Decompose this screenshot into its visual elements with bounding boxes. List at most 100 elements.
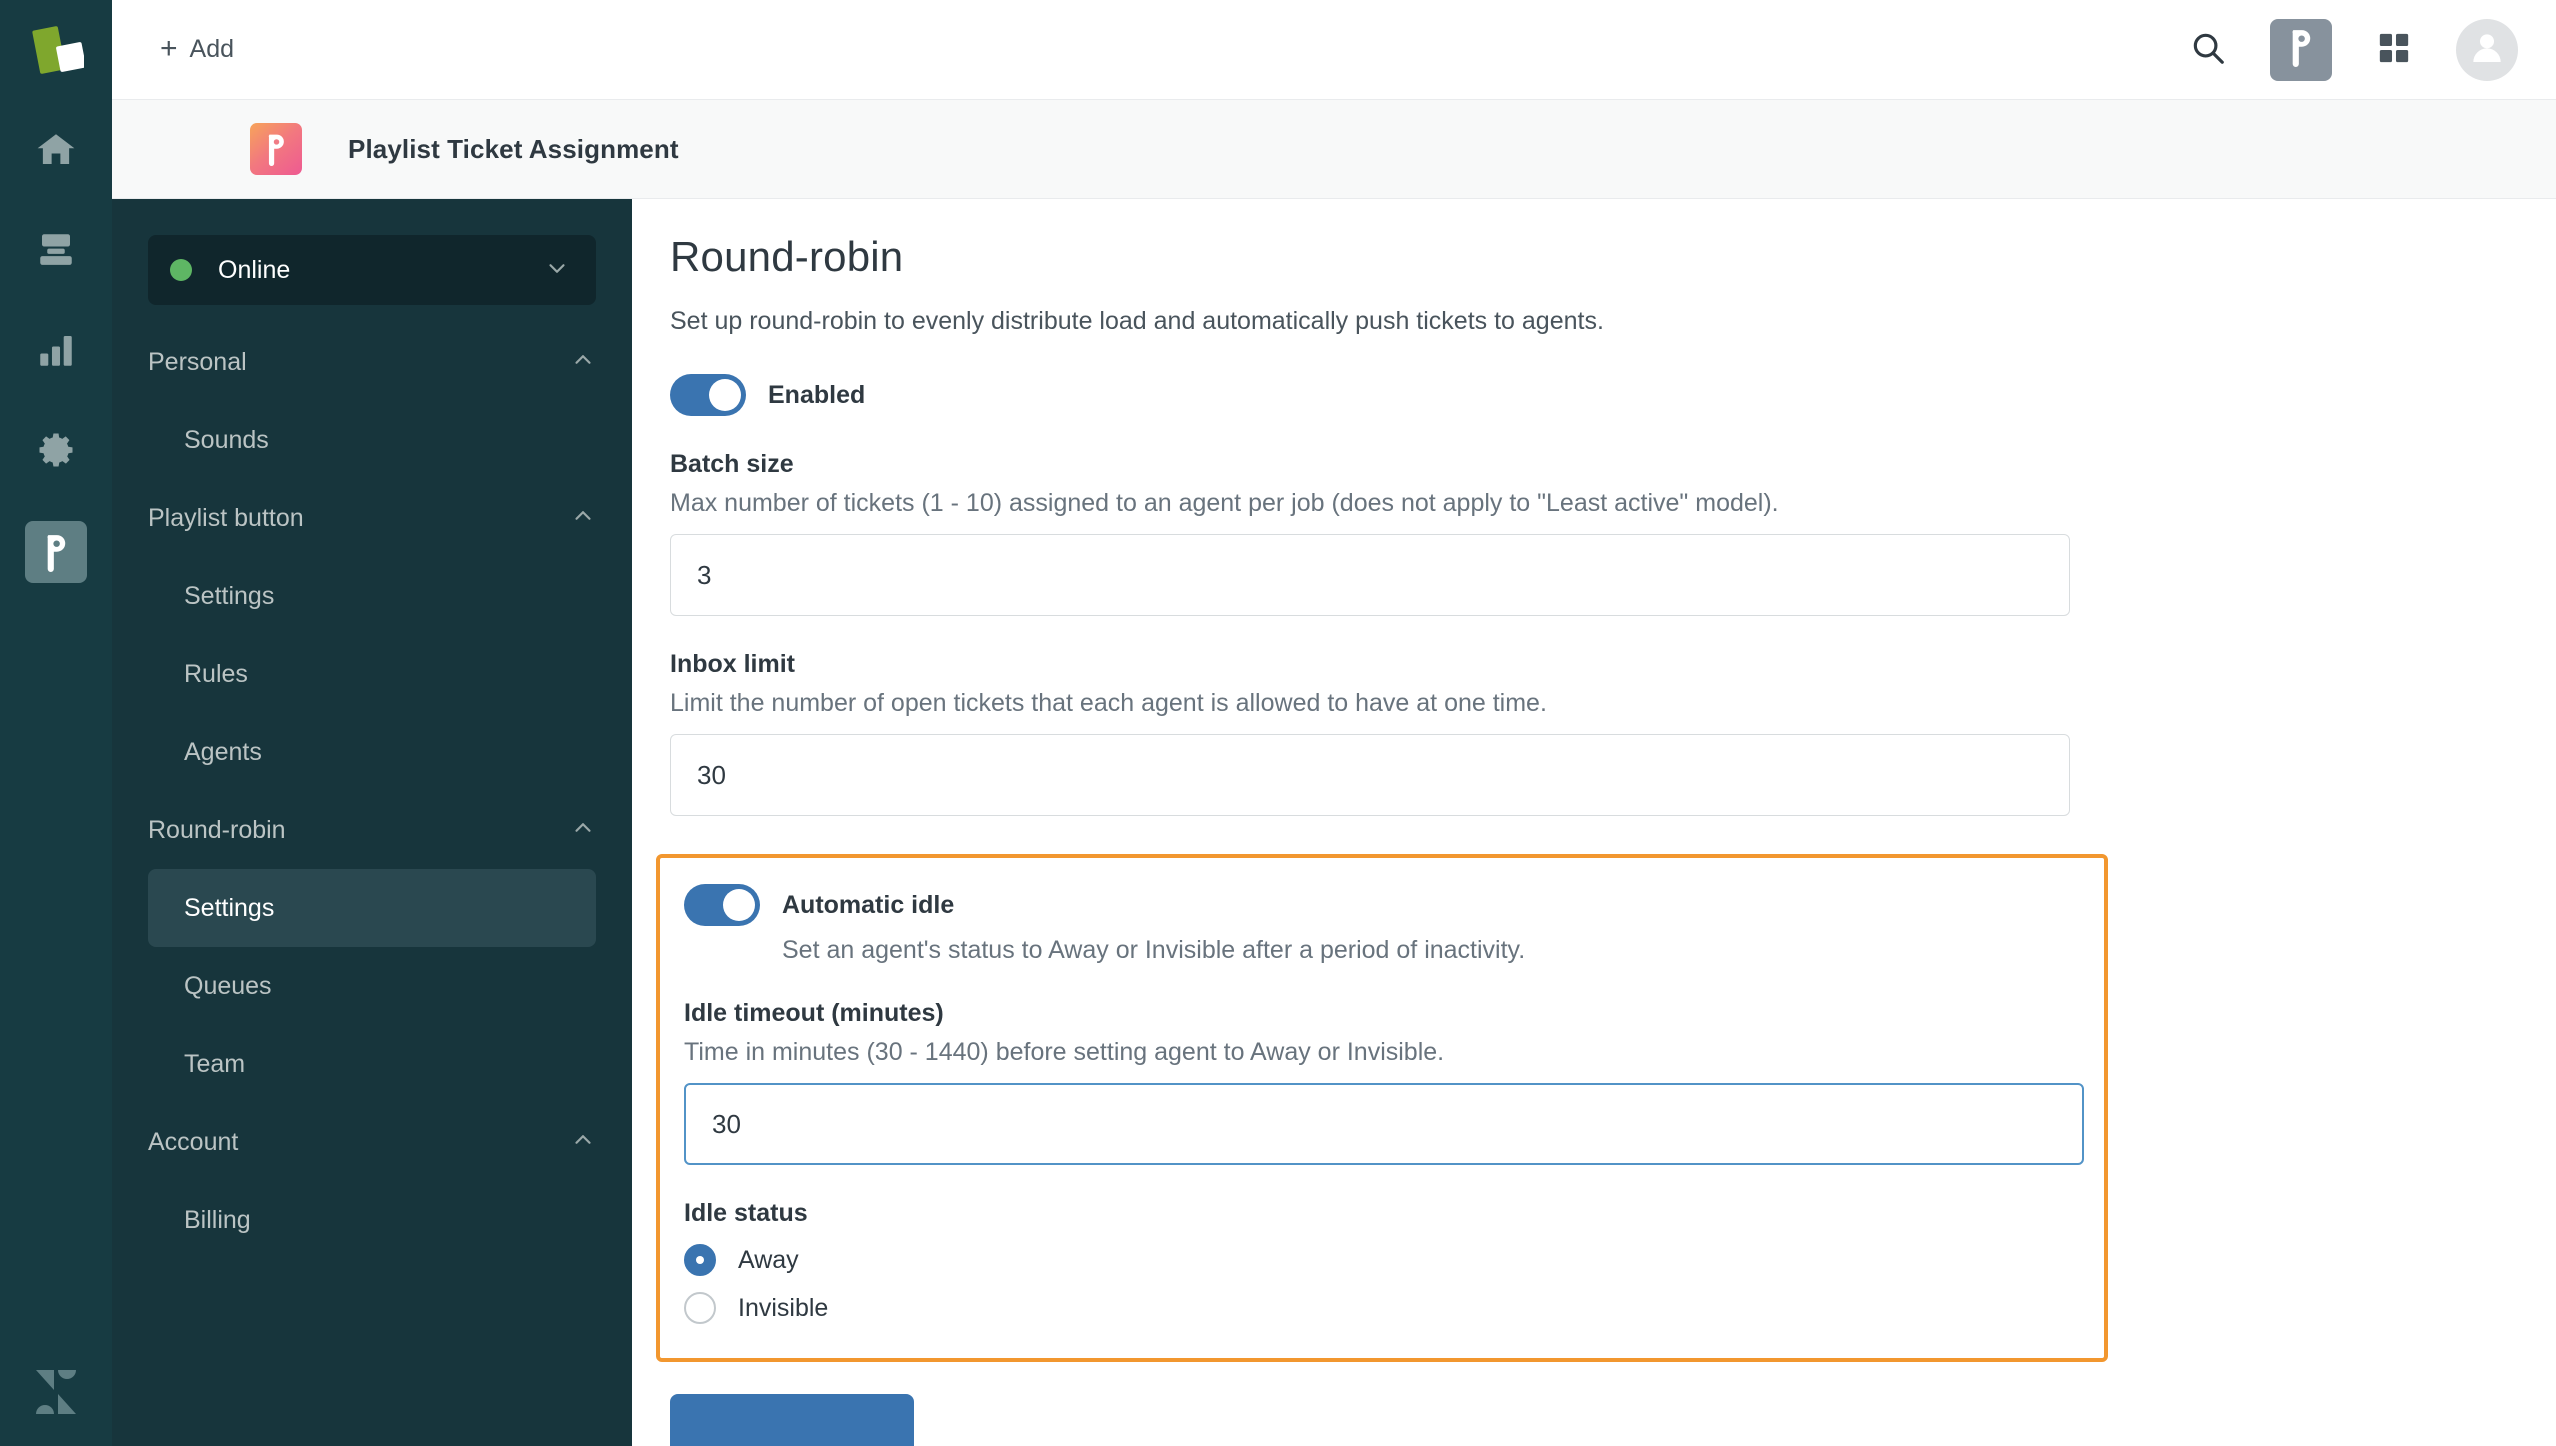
round-robin-heading: Round-robin: [670, 233, 904, 280]
idle-timeout-hint: Time in minutes (30 - 1440) before setti…: [684, 1038, 1445, 1066]
toggle-knob-icon: [723, 889, 755, 921]
sidebar-item-billing[interactable]: Billing: [148, 1181, 596, 1259]
batch-size-label: Batch size: [670, 450, 794, 478]
idle-timeout-field: Idle timeout (minutes) Time in minutes (…: [684, 999, 2104, 1165]
rail-item-list: [0, 100, 112, 604]
automatic-idle-highlight-box: Automatic idle Set an agent's status to …: [656, 854, 2108, 1362]
sidebar-group-round-robin[interactable]: Round-robin: [148, 791, 596, 869]
home-icon: [33, 129, 79, 171]
views-icon: [35, 229, 77, 271]
reporting-bar-chart-icon: [35, 329, 77, 371]
idle-status-option-invisible[interactable]: Invisible: [684, 1292, 2104, 1324]
zendesk-z-logo-icon: [0, 1366, 112, 1418]
sidebar-item-team[interactable]: Team: [148, 1025, 596, 1103]
plus-icon: +: [160, 31, 178, 65]
rail-item-views[interactable]: [0, 200, 112, 300]
chevron-up-icon: [570, 503, 596, 534]
radio-unselected-icon: [684, 1292, 716, 1324]
inbox-limit-field: Inbox limit Limit the number of open tic…: [670, 650, 2556, 816]
sidebar-group-label: Playlist button: [148, 503, 304, 532]
automatic-idle-toggle-row: Automatic idle: [684, 884, 2104, 926]
batch-size-hint: Max number of tickets (1 - 10) assigned …: [670, 489, 1779, 517]
enabled-toggle[interactable]: [670, 374, 746, 416]
add-button[interactable]: + Add: [150, 27, 244, 73]
sidebar-group-playlist-button[interactable]: Playlist button: [148, 479, 596, 557]
app-title-bar: Playlist Ticket Assignment: [112, 100, 2556, 199]
sidebar-item-playlist-settings[interactable]: Settings: [148, 557, 596, 635]
enabled-toggle-row: Enabled: [670, 374, 2556, 416]
sidebar-item-label: Settings: [184, 893, 275, 922]
rail-item-reporting[interactable]: [0, 300, 112, 400]
playlist-logo-icon: [250, 123, 302, 175]
sidebar-item-label: Team: [184, 1049, 246, 1078]
product-rail: [0, 0, 112, 1446]
round-robin-subtitle: Set up round-robin to evenly distribute …: [670, 307, 1604, 335]
body-region: Online Personal Sounds Playlist button S…: [112, 199, 2556, 1446]
sidebar-item-label: Sounds: [184, 425, 269, 454]
save-button[interactable]: [670, 1394, 914, 1446]
idle-status-field: Idle status Away Invisible: [684, 1199, 2104, 1324]
automatic-idle-description: Set an agent's status to Away or Invisib…: [782, 936, 1526, 964]
page-title: Playlist Ticket Assignment: [348, 133, 679, 164]
sidebar-item-label: Queues: [184, 971, 272, 1000]
apps-grid-button[interactable]: [2366, 22, 2422, 78]
playlist-app-icon: [25, 521, 87, 583]
add-button-label: Add: [189, 35, 235, 63]
product-tile-button[interactable]: [2270, 18, 2332, 81]
toggle-knob-icon: [709, 379, 741, 411]
sidebar-item-rules[interactable]: Rules: [148, 635, 596, 713]
sidebar-item-label: Billing: [184, 1205, 251, 1234]
sidebar-item-label: Settings: [184, 581, 275, 610]
automatic-idle-toggle[interactable]: [684, 884, 760, 926]
chevron-down-icon: [544, 255, 570, 286]
app-right-region: + Add Playlist Ticket Assignment Online …: [112, 0, 2556, 1446]
chevron-up-icon: [570, 347, 596, 378]
playlist-product-icon: [2284, 27, 2318, 72]
sidebar-item-queues[interactable]: Queues: [148, 947, 596, 1025]
inbox-limit-input[interactable]: [670, 734, 2070, 816]
idle-status-option-away[interactable]: Away: [684, 1244, 2104, 1276]
idle-status-option-label: Invisible: [738, 1293, 829, 1322]
idle-timeout-label: Idle timeout (minutes): [684, 999, 944, 1027]
automatic-idle-toggle-label: Automatic idle: [782, 890, 955, 919]
sidebar-item-agents[interactable]: Agents: [148, 713, 596, 791]
sidebar-group-label: Account: [148, 1127, 239, 1156]
idle-status-option-label: Away: [738, 1245, 799, 1274]
chevron-up-icon: [570, 815, 596, 846]
inbox-limit-label: Inbox limit: [670, 650, 795, 678]
idle-timeout-input[interactable]: [684, 1083, 2084, 1165]
zendesk-brand-logo-icon: [0, 0, 112, 100]
sidebar-group-label: Round-robin: [148, 815, 286, 844]
inbox-limit-hint: Limit the number of open tickets that ea…: [670, 689, 1547, 717]
app-root: + Add Playlist Ticket Assignment Online …: [0, 0, 2556, 1446]
main-content: Round-robin Set up round-robin to evenly…: [632, 199, 2556, 1446]
rail-item-admin[interactable]: [0, 400, 112, 500]
user-avatar-icon: [2467, 27, 2507, 72]
sidebar-item-label: Rules: [184, 659, 248, 688]
idle-status-label: Idle status: [684, 1199, 808, 1227]
status-dot-icon: [170, 259, 192, 281]
grid-apps-icon: [2377, 31, 2411, 68]
sidebar-group-label: Personal: [148, 347, 247, 376]
sidebar-item-sounds[interactable]: Sounds: [148, 401, 596, 479]
search-icon: [2189, 29, 2227, 70]
chevron-up-icon: [570, 1127, 596, 1158]
toolbar-actions: [2180, 18, 2518, 81]
enabled-toggle-label: Enabled: [768, 380, 866, 409]
gear-icon: [34, 428, 78, 472]
agent-status-label: Online: [218, 255, 291, 284]
search-button[interactable]: [2180, 22, 2236, 78]
sidebar-item-label: Agents: [184, 737, 262, 766]
radio-selected-icon: [684, 1244, 716, 1276]
sidebar-group-personal[interactable]: Personal: [148, 323, 596, 401]
rail-item-home[interactable]: [0, 100, 112, 200]
app-sidebar: Online Personal Sounds Playlist button S…: [112, 199, 632, 1446]
sidebar-group-account[interactable]: Account: [148, 1103, 596, 1181]
batch-size-input[interactable]: [670, 534, 2070, 616]
avatar[interactable]: [2456, 18, 2518, 81]
top-toolbar: + Add: [112, 0, 2556, 100]
rail-item-playlist-app[interactable]: [0, 500, 112, 604]
sidebar-item-round-robin-settings[interactable]: Settings: [148, 869, 596, 947]
batch-size-field: Batch size Max number of tickets (1 - 10…: [670, 450, 2556, 616]
agent-status-select[interactable]: Online: [148, 235, 596, 305]
